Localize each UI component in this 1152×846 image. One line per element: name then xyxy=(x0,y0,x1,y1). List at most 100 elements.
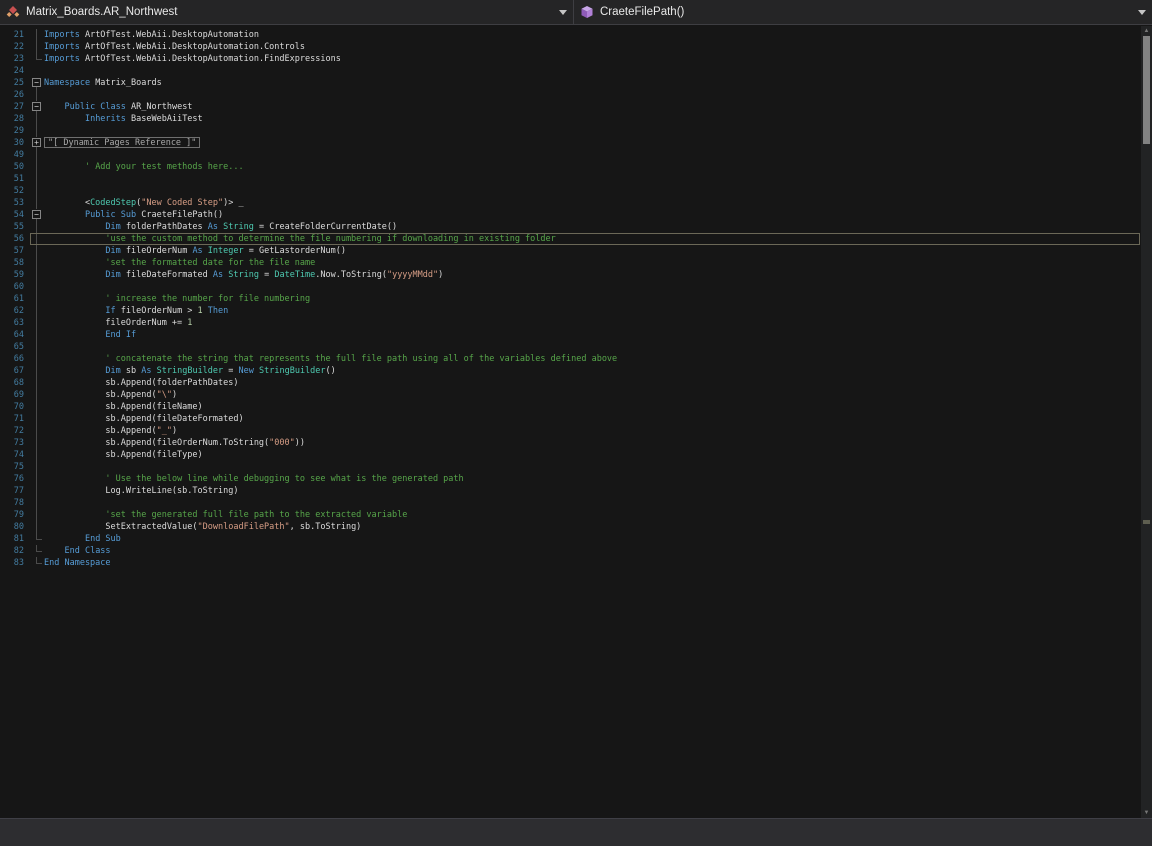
line-number: 75 xyxy=(13,462,24,472)
code-line[interactable]: 30 "[ Dynamic Pages Reference ]" xyxy=(0,137,1141,149)
code-line[interactable]: 77 Log.WriteLine(sb.ToString) xyxy=(0,485,1141,497)
vertical-scrollbar[interactable]: ▲ ▼ xyxy=(1141,26,1152,818)
member-dropdown-label: CraeteFilePath() xyxy=(600,6,685,18)
code-line[interactable]: 71 sb.Append(fileDateFormated) xyxy=(0,413,1141,425)
code-line[interactable]: 22 Imports ArtOfTest.WebAii.DesktopAutoma… xyxy=(0,41,1141,53)
scroll-up-icon[interactable]: ▲ xyxy=(1141,26,1152,36)
line-number: 24 xyxy=(13,66,24,76)
line-number: 66 xyxy=(13,354,24,364)
line-number: 26 xyxy=(13,90,24,100)
code-line[interactable]: 28 Inherits BaseWebAiiTest xyxy=(0,113,1141,125)
member-dropdown[interactable]: CraeteFilePath() xyxy=(574,0,1152,24)
code-area[interactable]: 21 Imports ArtOfTest.WebAii.DesktopAutoma… xyxy=(0,26,1141,569)
code-line[interactable]: 73 sb.Append(fileOrderNum.ToString("000"… xyxy=(0,437,1141,449)
code-line[interactable]: 83 End Namespace xyxy=(0,557,1141,569)
code-text: Inherits BaseWebAiiTest xyxy=(84,114,203,124)
fold-margin xyxy=(30,161,44,173)
code-line[interactable]: 49 xyxy=(0,149,1141,161)
code-line[interactable]: 62 If fileOrderNum > 1 Then xyxy=(0,305,1141,317)
code-line[interactable]: 56 'use the custom method to determine t… xyxy=(0,233,1141,245)
code-line[interactable]: 70 sb.Append(fileName) xyxy=(0,401,1141,413)
line-number: 57 xyxy=(13,246,24,256)
fold-margin xyxy=(30,185,44,197)
code-line[interactable]: 66 ' concatenate the string that represe… xyxy=(0,353,1141,365)
code-text: "[ Dynamic Pages Reference ]" xyxy=(44,137,1141,149)
scrollbar-thumb[interactable] xyxy=(1143,36,1150,144)
line-number: 61 xyxy=(13,294,24,304)
code-line[interactable]: 67 Dim sb As StringBuilder = New StringB… xyxy=(0,365,1141,377)
line-number: 72 xyxy=(13,426,24,436)
code-line[interactable]: 50 ' Add your test methods here... xyxy=(0,161,1141,173)
type-dropdown[interactable]: Matrix_Boards.AR_Northwest xyxy=(0,0,574,24)
line-number: 79 xyxy=(13,510,24,520)
fold-margin xyxy=(30,485,44,497)
code-text: ' Use the below line while debugging to … xyxy=(105,474,464,484)
code-line[interactable]: 53 <CodedStep("New Coded Step")> _ xyxy=(0,197,1141,209)
code-text: Imports ArtOfTest.WebAii.DesktopAutomati… xyxy=(44,30,259,40)
code-line[interactable]: 24 xyxy=(0,65,1141,77)
fold-margin xyxy=(30,257,44,269)
code-text: Dim folderPathDates As String = CreateFo… xyxy=(105,222,398,232)
fold-margin xyxy=(30,29,44,41)
code-line[interactable]: 25 Namespace Matrix_Boards xyxy=(0,77,1141,89)
code-line[interactable]: 63 fileOrderNum += 1 xyxy=(0,317,1141,329)
code-line[interactable]: 69 sb.Append("\") xyxy=(0,389,1141,401)
fold-margin xyxy=(30,245,44,257)
fold-expand-icon[interactable] xyxy=(30,137,44,149)
code-line[interactable]: 81 End Sub xyxy=(0,533,1141,545)
code-line[interactable]: 58 'set the formatted date for the file … xyxy=(0,257,1141,269)
code-text: 'set the generated full file path to the… xyxy=(105,510,408,520)
code-line[interactable]: 21 Imports ArtOfTest.WebAii.DesktopAutoma… xyxy=(0,29,1141,41)
code-line[interactable]: 75 xyxy=(0,461,1141,473)
line-number: 51 xyxy=(13,174,24,184)
code-line[interactable]: 74 sb.Append(fileType) xyxy=(0,449,1141,461)
code-line[interactable]: 51 xyxy=(0,173,1141,185)
code-line[interactable]: 52 xyxy=(0,185,1141,197)
code-text: Log.WriteLine(sb.ToString) xyxy=(44,486,239,496)
code-line[interactable]: 55 Dim folderPathDates As String = Creat… xyxy=(0,221,1141,233)
line-number: 49 xyxy=(13,150,24,160)
fold-margin xyxy=(30,557,44,569)
code-line[interactable]: 29 xyxy=(0,125,1141,137)
code-line[interactable]: 72 sb.Append("_") xyxy=(0,425,1141,437)
fold-margin xyxy=(30,401,44,413)
code-line[interactable]: 54 Public Sub CraeteFilePath() xyxy=(0,209,1141,221)
code-line[interactable]: 64 End If xyxy=(0,329,1141,341)
code-editor[interactable]: 21 Imports ArtOfTest.WebAii.DesktopAutoma… xyxy=(0,26,1152,818)
code-line[interactable]: 27 Public Class AR_Northwest xyxy=(0,101,1141,113)
code-line[interactable]: 79 'set the generated full file path to … xyxy=(0,509,1141,521)
code-line[interactable]: 61 ' increase the number for file number… xyxy=(0,293,1141,305)
code-line[interactable]: 26 xyxy=(0,89,1141,101)
fold-collapse-icon[interactable] xyxy=(30,77,44,89)
fold-collapse-icon[interactable] xyxy=(30,209,44,221)
code-text: End Sub xyxy=(84,534,121,544)
code-line[interactable]: 80 SetExtractedValue("DownloadFilePath",… xyxy=(0,521,1141,533)
code-line[interactable]: 78 xyxy=(0,497,1141,509)
chevron-down-icon xyxy=(1138,9,1146,15)
fold-margin xyxy=(30,533,44,545)
code-line[interactable]: 59 Dim fileDateFormated As String = Date… xyxy=(0,269,1141,281)
line-number: 65 xyxy=(13,342,24,352)
code-editor-window: Matrix_Boards.AR_Northwest CraeteFilePat… xyxy=(0,0,1152,846)
code-line[interactable]: 23 Imports ArtOfTest.WebAii.DesktopAutoma… xyxy=(0,53,1141,65)
collapsed-region[interactable]: "[ Dynamic Pages Reference ]" xyxy=(44,137,201,148)
code-text: sb.Append(fileOrderNum.ToString("000")) xyxy=(44,438,306,448)
code-line[interactable]: 57 Dim fileOrderNum As Integer = GetLast… xyxy=(0,245,1141,257)
code-line[interactable]: 68 sb.Append(folderPathDates) xyxy=(0,377,1141,389)
code-line[interactable]: 60 xyxy=(0,281,1141,293)
chevron-down-icon xyxy=(559,9,567,15)
code-line[interactable]: 76 ' Use the below line while debugging … xyxy=(0,473,1141,485)
code-line[interactable]: 82 End Class xyxy=(0,545,1141,557)
code-text: Imports ArtOfTest.WebAii.DesktopAutomati… xyxy=(44,42,306,52)
code-line[interactable]: 65 xyxy=(0,341,1141,353)
code-text: sb.Append(fileDateFormated) xyxy=(44,414,244,424)
scroll-down-icon[interactable]: ▼ xyxy=(1141,808,1152,818)
line-number: 73 xyxy=(13,438,24,448)
bottom-panel xyxy=(0,818,1152,846)
fold-collapse-icon[interactable] xyxy=(30,101,44,113)
code-text: ' concatenate the string that represents… xyxy=(105,354,618,364)
